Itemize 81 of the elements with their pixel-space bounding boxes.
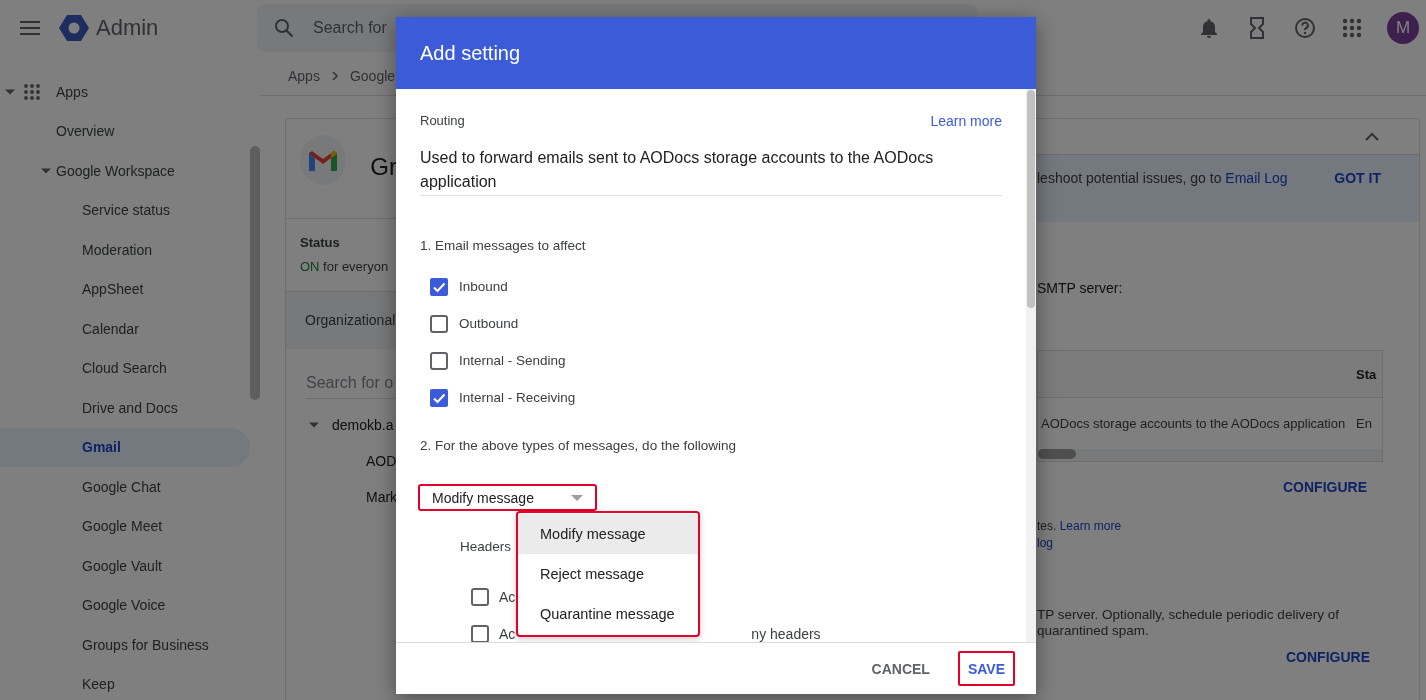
org-unit-item[interactable]: AOD bbox=[366, 453, 397, 469]
app-name: Admin bbox=[96, 15, 160, 41]
scrollbar-thumb[interactable] bbox=[1038, 449, 1076, 459]
section-label: Headers bbox=[460, 539, 513, 555]
action-dropdown[interactable]: Modify message bbox=[418, 484, 597, 511]
sidebar-item[interactable]: Apps bbox=[0, 72, 250, 112]
sidebar-item[interactable]: Overview bbox=[0, 111, 250, 151]
section-text: TP server. Optionally, schedule periodic delivery of quarantined spam. bbox=[1037, 607, 1340, 639]
help-text: tes. Learn more log bbox=[1037, 518, 1123, 552]
apps-grid-icon[interactable] bbox=[1341, 17, 1363, 39]
table-cell-text: En bbox=[1356, 415, 1373, 431]
checkbox-label: Outbound bbox=[459, 316, 519, 331]
breadcrumb-link[interactable]: Google bbox=[349, 67, 396, 84]
menu-icon[interactable] bbox=[20, 21, 40, 35]
checkbox-label: Ac bbox=[499, 625, 516, 642]
checkbox[interactable] bbox=[430, 277, 448, 296]
configure-button[interactable]: CONFIGURE bbox=[1286, 649, 1370, 665]
section-text: SMTP server: bbox=[1037, 280, 1124, 296]
sidebar-item[interactable]: Google Workspace bbox=[0, 151, 250, 191]
checkbox[interactable] bbox=[430, 351, 448, 370]
cancel-button[interactable]: CANCEL bbox=[863, 651, 938, 686]
scrollbar-thumb[interactable] bbox=[250, 146, 260, 400]
status-value: ON for everyon bbox=[300, 259, 390, 274]
checkbox[interactable] bbox=[471, 587, 489, 606]
dismiss-button[interactable]: GOT IT bbox=[1334, 170, 1381, 186]
hexagon-logo-icon bbox=[59, 14, 89, 42]
avatar-button[interactable]: M bbox=[1387, 12, 1419, 44]
table-cell-text: AODocs storage accounts to the AODocs application bbox=[1040, 415, 1347, 431]
chevron-right-icon bbox=[331, 70, 338, 81]
column-header[interactable]: Sta bbox=[1356, 366, 1382, 382]
menu-option[interactable]: Quarantine message bbox=[518, 594, 698, 634]
status-label: Status bbox=[300, 235, 341, 250]
org-unit-item[interactable]: Mark bbox=[366, 489, 397, 505]
sidebar-item[interactable]: AppSheet bbox=[0, 269, 250, 309]
checkbox[interactable] bbox=[471, 624, 489, 642]
sidebar-item[interactable]: Google Voice bbox=[0, 585, 250, 625]
org-heading: Organizational bbox=[286, 292, 397, 349]
sidebar-item[interactable]: Drive and Docs bbox=[0, 388, 250, 428]
checkbox[interactable] bbox=[430, 388, 448, 407]
checkbox[interactable] bbox=[430, 314, 448, 333]
description-field[interactable]: Used to forward emails sent to AODocs storage accounts to the AODocs application bbox=[420, 146, 1002, 196]
learn-more-link[interactable]: Learn more bbox=[930, 113, 1002, 129]
sidebar-item[interactable]: Google Vault bbox=[0, 546, 250, 586]
sidebar-item[interactable]: Groups for Business bbox=[0, 625, 250, 665]
apps-grid-icon bbox=[24, 83, 40, 100]
configure-button[interactable]: CONFIGURE bbox=[1283, 479, 1367, 495]
step-label: 1. Email messages to affect bbox=[420, 238, 587, 254]
breadcrumb-link[interactable]: Apps bbox=[288, 67, 320, 84]
org-unit-item[interactable]: demokb.a bbox=[332, 417, 394, 433]
save-button[interactable]: SAVE bbox=[957, 651, 1015, 686]
sidebar-item[interactable]: Service status bbox=[0, 190, 250, 230]
checkbox-label: Ac bbox=[499, 588, 516, 605]
banner-text: leshoot potential issues, go to Email Log bbox=[1037, 170, 1288, 186]
scrollbar-thumb[interactable] bbox=[1027, 90, 1035, 308]
org-search-field[interactable]: Search for o bbox=[306, 374, 397, 399]
chevron-up-icon[interactable] bbox=[1365, 132, 1379, 141]
sidebar-item[interactable]: Google Chat bbox=[0, 467, 250, 507]
help-icon[interactable] bbox=[1293, 16, 1317, 40]
checkbox-label: Internal - Receiving bbox=[459, 390, 576, 405]
log-link[interactable]: log bbox=[1037, 536, 1053, 550]
checkbox-label: Internal - Sending bbox=[459, 353, 566, 368]
search-icon[interactable] bbox=[274, 18, 294, 38]
step-label: 2. For the above types of messages, do the following bbox=[420, 438, 737, 454]
sidebar-item[interactable]: Keep bbox=[0, 664, 250, 700]
section-label: Routing bbox=[420, 113, 465, 129]
menu-option[interactable]: Reject message bbox=[518, 554, 698, 594]
dropdown-caret-icon bbox=[571, 494, 583, 501]
sidebar-item[interactable]: Calendar bbox=[0, 309, 250, 349]
email-log-link[interactable]: Email Log bbox=[1225, 170, 1288, 186]
envelope-logo-icon bbox=[309, 149, 338, 171]
learn-more-link[interactable]: Learn more bbox=[1059, 519, 1122, 533]
app-title: Gr bbox=[370, 153, 397, 181]
sidebar-item[interactable]: Gmail bbox=[0, 427, 250, 467]
dialog-title: Add setting bbox=[396, 17, 1036, 89]
sidebar-item[interactable]: Cloud Search bbox=[0, 348, 250, 388]
sidebar-item[interactable]: Moderation bbox=[0, 230, 250, 270]
caret-icon[interactable] bbox=[309, 420, 319, 430]
sidebar-item[interactable]: Google Meet bbox=[0, 506, 250, 546]
checkbox-label: ny headers bbox=[751, 625, 821, 642]
checkbox-label: Inbound bbox=[459, 279, 508, 294]
menu-option[interactable]: Modify message bbox=[518, 514, 698, 554]
